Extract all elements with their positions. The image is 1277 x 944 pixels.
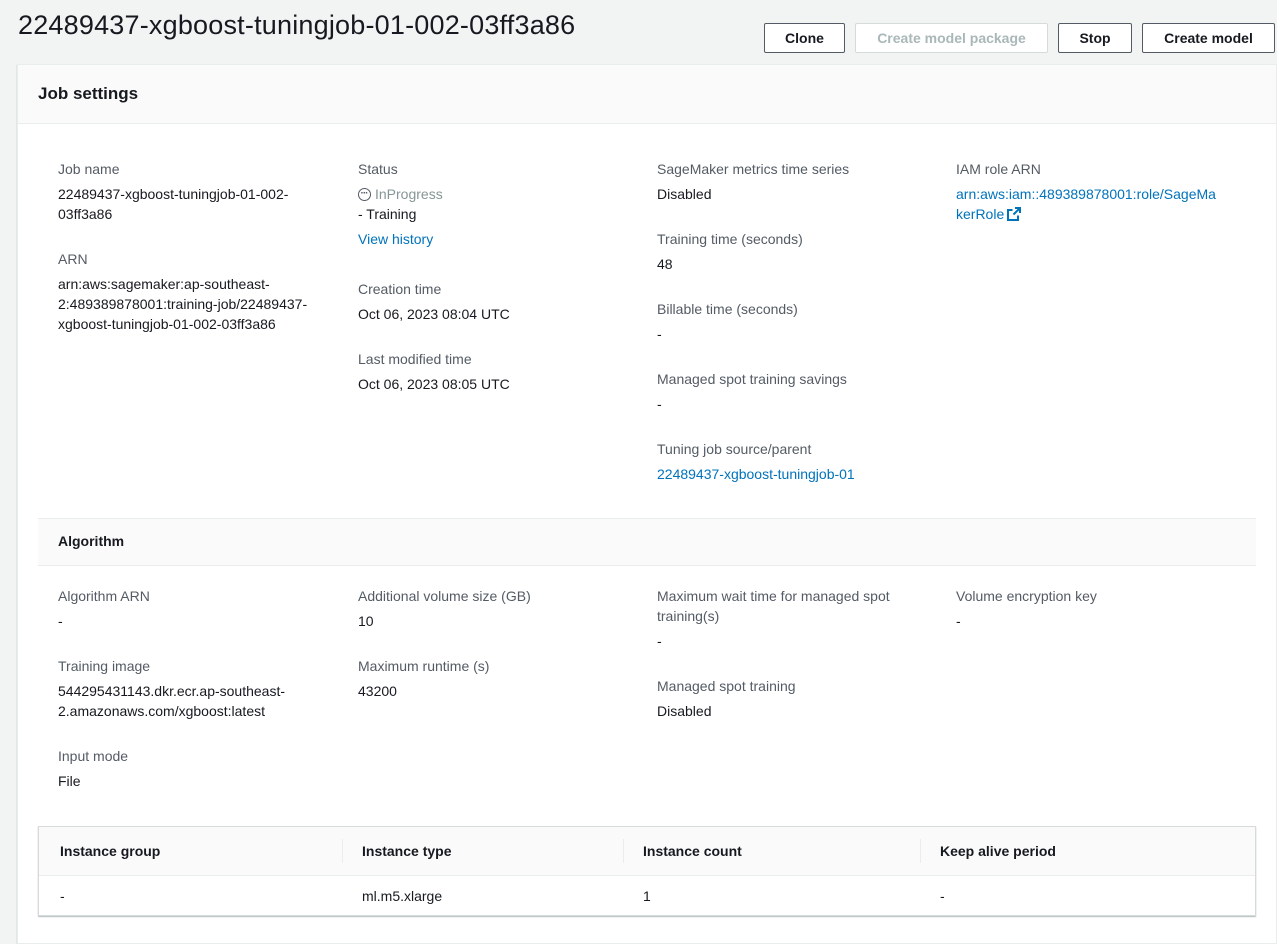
job-name-field: Job name 22489437-xgboost-tuningjob-01-0… [58, 159, 288, 224]
managed-spot-value: Disabled [657, 703, 712, 719]
volume-size-label: Additional volume size (GB) [358, 588, 531, 604]
arn-field: ARN arn:aws:sagemaker:ap-southeast- 2:48… [58, 249, 307, 334]
stop-button[interactable]: Stop [1058, 23, 1132, 53]
max-runtime-label: Maximum runtime (s) [358, 658, 490, 674]
max-wait-label: Maximum wait time for managed spot train… [657, 586, 890, 626]
managed-spot-label: Managed spot training [657, 678, 796, 694]
status-indicator: InProgress [358, 184, 443, 204]
algorithm-title: Algorithm [58, 533, 125, 549]
metrics-field: SageMaker metrics time series Disabled [657, 159, 849, 204]
job-name-value: 22489437-xgboost-tuningjob-01-002- 03ff3… [58, 184, 288, 224]
clone-button[interactable]: Clone [764, 23, 845, 53]
job-settings-title: Job settings [38, 84, 139, 103]
iam-role-line1: arn:aws:iam::489389878001:role/SageMa [956, 186, 1216, 202]
metrics-value: Disabled [657, 186, 712, 202]
job-name-line1: 22489437-xgboost-tuningjob-01-002- [58, 186, 289, 202]
last-modified-field: Last modified time Oct 06, 2023 08:05 UT… [358, 349, 510, 394]
job-settings-panel: Job settings Job name 22489437-xgboost-t… [17, 64, 1277, 944]
algorithm-arn-field: Algorithm ARN - [58, 586, 150, 631]
managed-spot-field: Managed spot training Disabled [657, 676, 796, 721]
instance-table-header: Instance group Instance type Instance co… [39, 827, 1255, 876]
volume-key-value: - [956, 613, 961, 629]
tuning-source-link[interactable]: 22489437-xgboost-tuningjob-01 [657, 464, 855, 484]
billable-time-label: Billable time (seconds) [657, 301, 798, 317]
input-mode-value: File [58, 773, 81, 789]
status-label: Status [358, 161, 398, 177]
status-field: Status InProgress - Training View histor… [358, 159, 443, 249]
training-image-line2: 2.amazonaws.com/xgboost:latest [58, 703, 265, 719]
last-modified-label: Last modified time [358, 351, 472, 367]
status-secondary: - Training [358, 206, 417, 222]
creation-time-field: Creation time Oct 06, 2023 08:04 UTC [358, 279, 510, 324]
cell-instance-count: 1 [643, 888, 651, 904]
view-history-link[interactable]: View history [358, 229, 443, 249]
create-model-package-button[interactable]: Create model package [855, 23, 1048, 53]
column-divider [920, 839, 921, 863]
training-image-line1: 544295431143.dkr.ecr.ap-southeast- [58, 683, 286, 699]
training-time-field: Training time (seconds) 48 [657, 229, 803, 274]
column-divider [342, 839, 343, 863]
in-progress-icon [358, 184, 371, 204]
column-header-instance-type[interactable]: Instance type [362, 841, 451, 861]
algorithm-arn-value: - [58, 613, 63, 629]
max-runtime-field: Maximum runtime (s) 43200 [358, 656, 489, 701]
training-image-value: 544295431143.dkr.ecr.ap-southeast- 2.ama… [58, 681, 285, 721]
arn-line3: xgboost-tuningjob-01-002-03ff3a86 [58, 316, 276, 332]
algorithm-header: Algorithm [38, 518, 1256, 566]
creation-time-value: Oct 06, 2023 08:04 UTC [358, 306, 510, 322]
cell-instance-group: - [60, 888, 65, 904]
input-mode-field: Input mode File [58, 746, 128, 791]
input-mode-label: Input mode [58, 748, 129, 764]
metrics-label: SageMaker metrics time series [657, 161, 850, 177]
column-divider [623, 839, 624, 863]
external-link-icon [1007, 207, 1022, 221]
iam-role-line2: kerRole [956, 206, 1005, 222]
volume-size-field: Additional volume size (GB) 10 [358, 586, 531, 631]
column-header-instance-group[interactable]: Instance group [60, 841, 160, 861]
max-wait-label-line2: training(s) [657, 608, 720, 624]
cell-instance-type: ml.m5.xlarge [362, 888, 443, 904]
max-runtime-value: 43200 [358, 683, 397, 699]
tuning-source-label: Tuning job source/parent [657, 441, 812, 457]
billable-time-value: - [657, 326, 662, 342]
last-modified-value: Oct 06, 2023 08:05 UTC [358, 376, 510, 392]
iam-role-label: IAM role ARN [956, 161, 1041, 177]
volume-key-label: Volume encryption key [956, 588, 1097, 604]
spot-savings-value: - [657, 396, 662, 412]
spot-savings-field: Managed spot training savings - [657, 369, 847, 414]
max-wait-field: Maximum wait time for managed spot train… [657, 586, 890, 651]
arn-line1: arn:aws:sagemaker:ap-southeast- [58, 276, 270, 292]
job-name-label: Job name [58, 161, 120, 177]
create-model-button[interactable]: Create model [1142, 23, 1275, 53]
algorithm-arn-label: Algorithm ARN [58, 588, 150, 604]
training-time-label: Training time (seconds) [657, 231, 803, 247]
volume-key-field: Volume encryption key - [956, 586, 1097, 631]
cell-keep-alive: - [940, 888, 945, 904]
iam-role-field: IAM role ARN arn:aws:iam::489389878001:r… [956, 159, 1216, 224]
status-value-block: InProgress - Training View history [358, 184, 443, 249]
max-wait-value: - [657, 633, 662, 649]
column-header-keep-alive[interactable]: Keep alive period [940, 841, 1056, 861]
arn-label: ARN [58, 251, 88, 267]
iam-role-line2-wrap: kerRole [956, 204, 1216, 224]
arn-line2: 2:489389878001:training-job/22489437- [58, 296, 308, 312]
column-header-instance-count[interactable]: Instance count [643, 841, 742, 861]
status-value: InProgress [375, 186, 443, 202]
billable-time-field: Billable time (seconds) - [657, 299, 798, 344]
arn-value: arn:aws:sagemaker:ap-southeast- 2:489389… [58, 274, 307, 334]
job-name-line2: 03ff3a86 [58, 206, 113, 222]
max-wait-label-line1: Maximum wait time for managed spot [657, 588, 890, 604]
spot-savings-label: Managed spot training savings [657, 371, 847, 387]
training-image-label: Training image [58, 658, 151, 674]
job-settings-header: Job settings [18, 65, 1276, 124]
training-time-value: 48 [657, 256, 673, 272]
volume-size-value: 10 [358, 613, 374, 629]
training-image-field: Training image 544295431143.dkr.ecr.ap-s… [58, 656, 285, 721]
page-title: 22489437-xgboost-tuningjob-01-002-03ff3a… [18, 10, 576, 40]
iam-role-link[interactable]: arn:aws:iam::489389878001:role/SageMa ke… [956, 184, 1216, 224]
tuning-source-field: Tuning job source/parent 22489437-xgboos… [657, 439, 855, 484]
creation-time-label: Creation time [358, 281, 442, 297]
instance-table: Instance group Instance type Instance co… [38, 826, 1256, 916]
